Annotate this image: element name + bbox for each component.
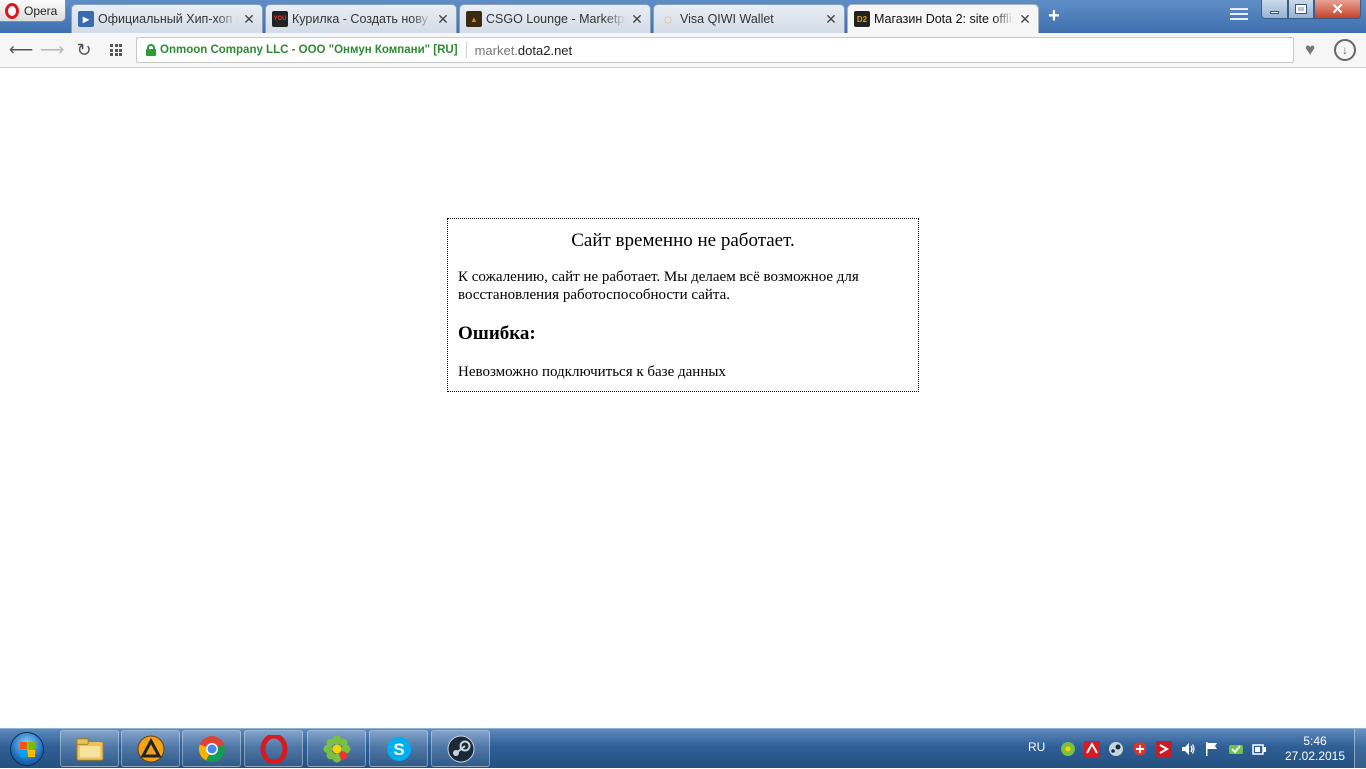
taskbar-chrome[interactable] [182, 730, 241, 767]
tab-title: Курилка - Создать нову [292, 12, 428, 26]
back-button[interactable]: ⟵ [9, 38, 33, 62]
close-icon[interactable]: ✕ [824, 12, 838, 26]
volume-icon[interactable] [1180, 741, 1196, 757]
reload-button[interactable]: ↻ [72, 38, 96, 62]
tab-title: CSGO Lounge - Marketpla [486, 12, 626, 26]
tab-dota2-market[interactable]: D2 Магазин Dota 2: site offlin ✕ [847, 4, 1039, 33]
taskbar-aimp[interactable] [121, 730, 180, 767]
address-toolbar: ⟵ ⟶ ↻ Onmoon Company LLC - ООО "Онмун Ко… [0, 33, 1366, 68]
icq-tray-icon[interactable] [1060, 741, 1076, 757]
page-content: Сайт временно не работает. К сожалению, … [0, 68, 1366, 728]
url-separator [465, 42, 467, 58]
tab-title: Visa QIWI Wallet [680, 12, 774, 26]
taskbar: S RU 5:46 27.02.2015 [0, 728, 1366, 769]
error-message: К сожалению, сайт не работает. Мы делаем… [458, 269, 859, 303]
file-explorer-icon [75, 735, 104, 763]
play-icon: ▶ [78, 11, 94, 27]
tab-qiwi[interactable]: ◌ Visa QIWI Wallet ✕ [653, 4, 845, 33]
start-button[interactable] [4, 730, 50, 768]
opera-icon [260, 734, 288, 763]
arrow-right-icon: ⟶ [39, 40, 65, 59]
restore-button[interactable] [1288, 0, 1314, 19]
flag-icon[interactable] [1204, 741, 1220, 757]
reload-icon: ↻ [76, 39, 92, 60]
steam-tray-icon[interactable] [1108, 741, 1124, 757]
shield-tray-icon[interactable] [1132, 741, 1148, 757]
opera-logo-icon [5, 2, 19, 19]
speed-dial-button[interactable] [104, 38, 128, 62]
restore-icon [1295, 4, 1307, 14]
download-arrow-icon: ↓ [1342, 43, 1348, 57]
skype-icon: S [385, 735, 413, 763]
csgo-lounge-icon: ▲ [466, 11, 482, 27]
close-icon[interactable]: ✕ [242, 12, 256, 26]
system-clock[interactable]: 5:46 27.02.2015 [1283, 734, 1347, 764]
qiwi-icon: ◌ [663, 11, 673, 27]
tab-menu-icon[interactable] [1230, 8, 1248, 24]
arrow-tray-icon[interactable] [1156, 741, 1172, 757]
grid-icon [110, 44, 122, 56]
tab-kurilka[interactable]: YOU Курилка - Создать нову ✕ [265, 4, 457, 33]
page-title: Сайт временно не работает. [571, 230, 795, 251]
windows-logo-icon [10, 732, 44, 766]
clock-time: 5:46 [1303, 734, 1327, 748]
window-close-button[interactable]: ✕ [1314, 0, 1361, 19]
youhack-icon: YOU [272, 11, 288, 27]
tab-strip: Opera ▶ Официальный Хип-хоп б ✕ YOU Кури… [0, 0, 1366, 33]
minimize-button[interactable] [1261, 0, 1288, 19]
new-tab-button[interactable]: + [1044, 6, 1064, 26]
tab-hiphop[interactable]: ▶ Официальный Хип-хоп б ✕ [71, 4, 263, 33]
close-icon[interactable]: ✕ [1018, 12, 1032, 26]
opera-menu-button[interactable]: Opera [0, 0, 66, 22]
taskbar-opera[interactable] [244, 730, 303, 767]
url-prefix: market. [474, 42, 518, 58]
address-field[interactable]: Onmoon Company LLC - ООО "Онмун Компани"… [136, 37, 1294, 63]
close-icon[interactable]: ✕ [436, 12, 450, 26]
clock-date: 27.02.2015 [1284, 749, 1346, 763]
taskbar-skype[interactable]: S [369, 730, 428, 767]
error-heading: Ошибка: [458, 323, 536, 344]
d2-icon: D2 [854, 11, 870, 27]
error-detail: Невозможно подключиться к базе данных [458, 364, 726, 380]
url-text[interactable]: market.dota2.net [475, 43, 573, 58]
aimp-icon [137, 735, 165, 763]
icq-icon [323, 735, 351, 763]
language-indicator[interactable]: RU [1028, 740, 1045, 754]
taskbar-steam[interactable] [431, 730, 490, 767]
tab-title: Официальный Хип-хоп б [98, 12, 238, 26]
taskbar-file-explorer[interactable] [60, 730, 119, 767]
forward-button[interactable]: ⟶ [40, 38, 64, 62]
tab-title: Магазин Dota 2: site offlin [874, 12, 1014, 26]
taskbar-icq[interactable] [307, 730, 366, 767]
downloads-button[interactable]: ↓ [1334, 39, 1356, 61]
close-icon[interactable]: ✕ [630, 12, 644, 26]
show-desktop-button[interactable] [1354, 729, 1366, 769]
power-icon[interactable] [1252, 741, 1268, 757]
network-tray-icon[interactable] [1228, 741, 1244, 757]
error-box: Сайт временно не работает. К сожалению, … [447, 218, 919, 392]
svg-text:S: S [393, 740, 404, 759]
arrow-left-icon: ⟵ [8, 40, 34, 59]
bookmark-button[interactable]: ♥ [1297, 38, 1323, 62]
opera-menu-label: Opera [24, 3, 58, 18]
steam-icon [447, 735, 475, 763]
minimize-icon [1270, 10, 1279, 14]
antivirus-tray-icon[interactable] [1084, 741, 1100, 757]
window-close-icon: ✕ [1331, 1, 1344, 18]
heart-icon: ♥ [1304, 40, 1316, 59]
tab-csgo-lounge[interactable]: ▲ CSGO Lounge - Marketpla ✕ [459, 4, 651, 33]
certificate-label[interactable]: Onmoon Company LLC - ООО "Онмун Компани"… [160, 44, 458, 56]
chrome-icon [198, 735, 226, 763]
lock-icon [146, 44, 156, 56]
url-domain: dota2.net [517, 42, 573, 58]
